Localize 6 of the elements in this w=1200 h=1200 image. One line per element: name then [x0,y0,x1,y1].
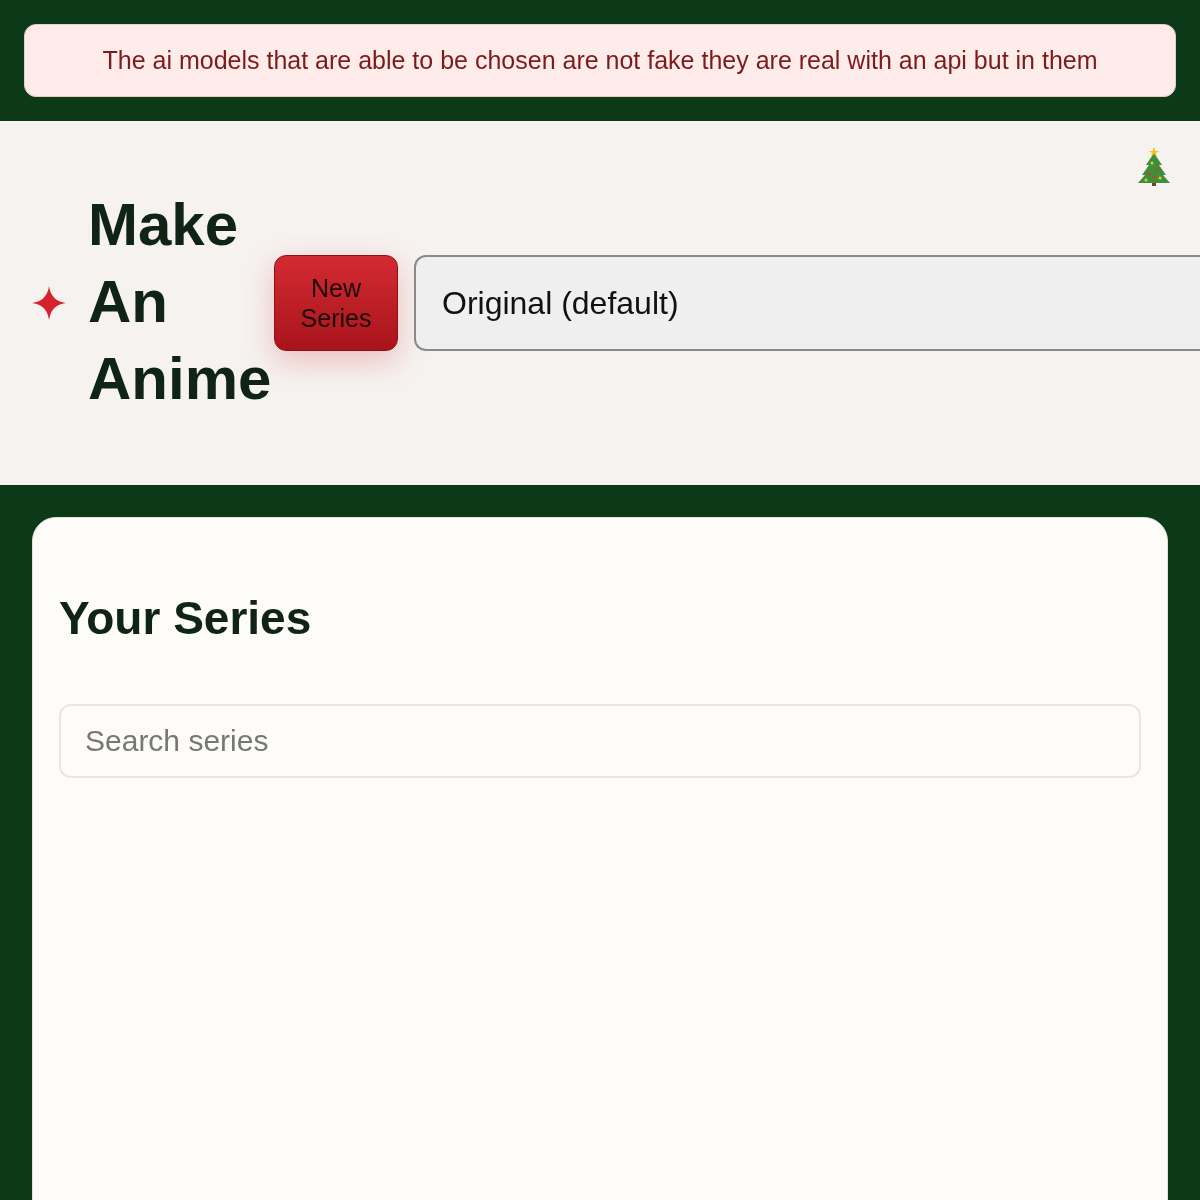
notice-text: The ai models that are able to be chosen are not fake they are real with an api but in them [102,44,1098,76]
model-select[interactable]: Original (default) [414,255,1200,351]
section-heading: Your Series [59,591,313,646]
search-field[interactable]: Search series [59,704,1141,778]
sparkle-icon [32,286,66,320]
app-title: Make An Anime [88,189,272,414]
